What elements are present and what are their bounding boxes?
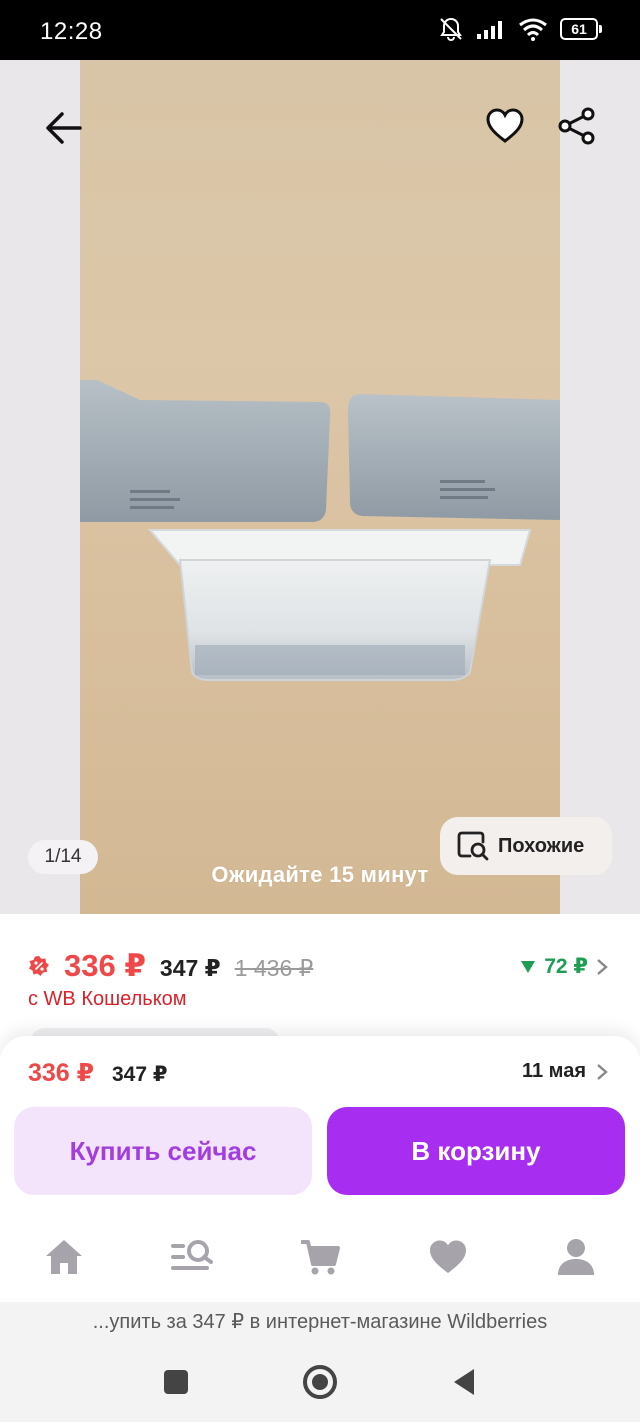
tab-profile[interactable] xyxy=(536,1227,616,1287)
old-price: 1 436 ₽ xyxy=(234,955,314,981)
triangle-back-icon xyxy=(454,1369,474,1395)
buy-now-button[interactable]: Купить сейчас xyxy=(14,1107,312,1195)
regular-price: 347 ₽ xyxy=(159,955,221,981)
buy-sheet: 336 ₽ 347 ₽ 11 мая Купить сейчас В корзи… xyxy=(0,1036,640,1212)
sheet-wallet-price: 336 ₽ xyxy=(28,1059,95,1087)
square-icon xyxy=(164,1370,188,1394)
price-row: 336 ₽ 347 ₽ 1 436 ₽ xyxy=(28,948,313,984)
status-icons: 61 xyxy=(438,16,602,42)
arrow-left-icon xyxy=(46,112,82,144)
browser-page-title: ...упить за 347 ₽ в интернет-магазине Wi… xyxy=(0,1302,640,1342)
share-icon xyxy=(558,107,595,145)
tab-favorites[interactable] xyxy=(408,1227,488,1287)
status-bar: 12:28 61 xyxy=(0,0,640,60)
battery-level: 61 xyxy=(560,18,598,40)
product-gallery[interactable]: 1/14 Похожие Ожидайте 15 минут xyxy=(0,60,640,914)
add-to-cart-button[interactable]: В корзину xyxy=(327,1107,625,1195)
delivery-date-link[interactable]: 11 мая xyxy=(522,1060,608,1083)
similar-search-icon xyxy=(457,831,489,861)
heart-icon xyxy=(430,1240,466,1273)
status-time: 12:28 xyxy=(40,18,103,45)
android-navigation-bar xyxy=(0,1342,640,1422)
waiting-overlay-text: Ожидайте 15 минут xyxy=(211,862,429,887)
chevron-right-icon xyxy=(597,1063,608,1080)
chevron-right-icon xyxy=(597,958,608,975)
sheet-regular-price: 347 ₽ xyxy=(112,1063,168,1086)
signal-icon xyxy=(477,21,502,39)
similar-label: Похожие xyxy=(498,834,585,857)
favorite-button[interactable] xyxy=(480,98,530,154)
tab-cart[interactable] xyxy=(280,1227,360,1287)
price-block: 336 ₽ 347 ₽ 1 436 ₽ с WB Кошельком 72 ₽ xyxy=(0,914,640,1058)
wallet-price: 336 ₽ xyxy=(64,948,146,983)
triangle-down-icon xyxy=(521,960,536,973)
share-button[interactable] xyxy=(550,98,604,154)
bottom-tab-bar xyxy=(0,1212,640,1302)
tab-catalog[interactable] xyxy=(152,1227,232,1287)
circle-icon xyxy=(303,1365,337,1399)
product-image-tray xyxy=(80,380,560,681)
back-nav-button[interactable] xyxy=(442,1360,486,1404)
wallet-label: с WB Кошельком xyxy=(28,988,187,1010)
delivery-date: 11 мая xyxy=(521,1060,586,1082)
recent-apps-button[interactable] xyxy=(154,1360,198,1404)
bell-muted-icon xyxy=(440,17,462,42)
home-nav-button[interactable] xyxy=(298,1360,342,1404)
battery-icon: 61 xyxy=(560,18,602,40)
profile-icon xyxy=(558,1239,594,1275)
cashback-link[interactable]: 72 ₽ xyxy=(520,954,608,979)
product-photo[interactable] xyxy=(80,60,560,914)
wifi-icon xyxy=(519,18,547,41)
heart-outline-icon xyxy=(486,108,524,143)
catalog-search-icon xyxy=(171,1240,213,1270)
cashback-value: 72 ₽ xyxy=(544,955,588,978)
cart-icon xyxy=(301,1240,340,1275)
tab-home[interactable] xyxy=(24,1227,104,1287)
back-button[interactable] xyxy=(36,100,92,156)
home-icon xyxy=(46,1240,82,1274)
discount-badge-icon xyxy=(29,956,49,976)
